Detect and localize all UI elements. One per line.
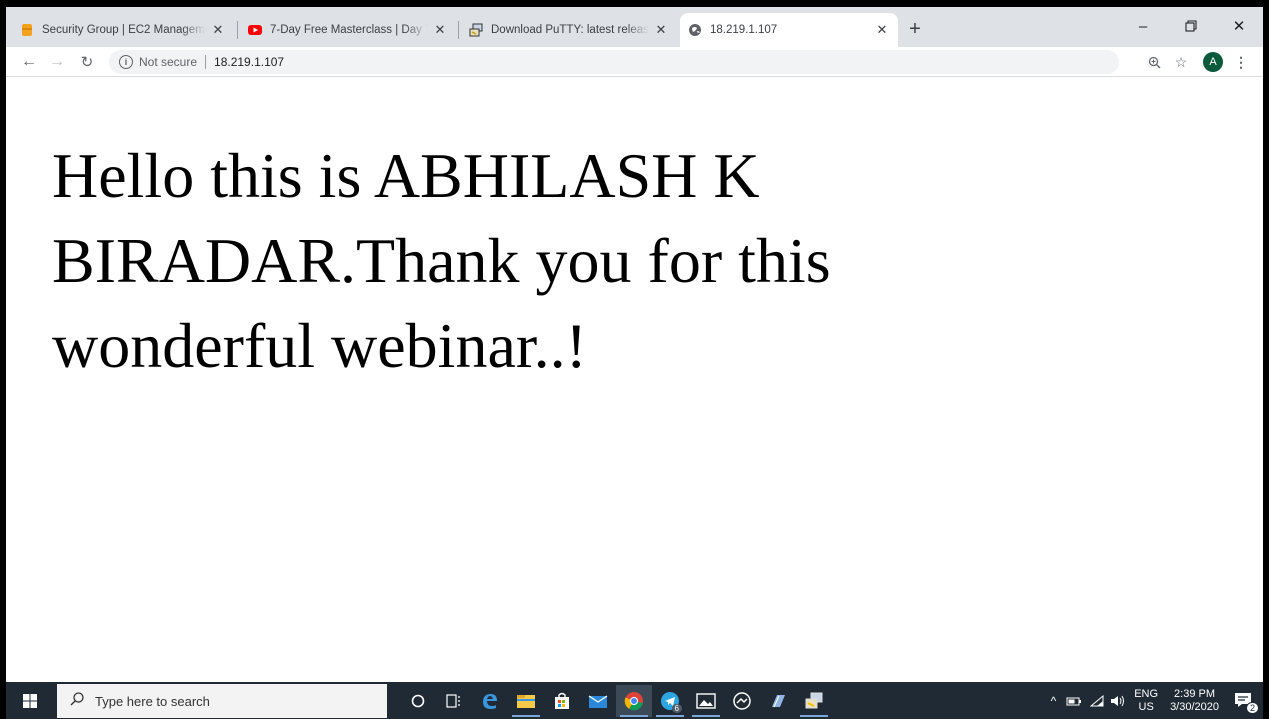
restore-icon	[1185, 20, 1197, 32]
battery-icon[interactable]	[1066, 695, 1082, 707]
notepad-button[interactable]	[760, 685, 796, 717]
tab-separator	[458, 21, 459, 39]
browser-toolbar: ← → ↻ i Not secure 18.219.1.107 ☆ A ⋮	[6, 47, 1263, 77]
reload-icon: ↻	[80, 54, 94, 71]
file-explorer-button[interactable]	[508, 685, 544, 717]
tab-active-ip[interactable]: 18.219.1.107 ✕	[680, 13, 898, 47]
more-vertical-icon: ⋮	[1234, 53, 1248, 70]
close-tab-icon[interactable]: ✕	[874, 22, 890, 38]
tab-title: Security Group | EC2 Manageme	[42, 24, 206, 36]
tab-title: 18.219.1.107	[710, 24, 778, 36]
windows-logo-icon	[23, 693, 37, 708]
notepad-icon	[772, 695, 785, 708]
windows-taskbar: Type here to search 6 ^ ENG US 2:39 PM 3…	[6, 682, 1263, 719]
tab-security-group[interactable]: Security Group | EC2 Manageme ✕	[12, 13, 234, 47]
minimize-button[interactable]: –	[1123, 13, 1163, 39]
telegram-badge: 6	[671, 704, 682, 713]
back-button[interactable]: ←	[18, 51, 40, 73]
star-icon: ☆	[1174, 53, 1188, 70]
close-tab-icon[interactable]: ✕	[210, 22, 226, 38]
forward-button[interactable]: →	[46, 51, 68, 73]
tab-putty[interactable]: Download PuTTY: latest release ( ✕	[461, 13, 677, 47]
tab-separator	[237, 21, 238, 39]
browser-window: Security Group | EC2 Manageme ✕ 7-Day Fr…	[6, 7, 1263, 719]
bookmark-button[interactable]: ☆	[1170, 51, 1192, 73]
clock-date: 3/30/2020	[1170, 700, 1219, 713]
security-label: Not secure	[139, 55, 198, 69]
search-placeholder: Type here to search	[95, 693, 210, 709]
putty-icon	[805, 692, 823, 709]
address-bar[interactable]: i Not secure 18.219.1.107	[109, 50, 1119, 74]
page-message: Hello this is ABHILASH K BIRADAR.Thank y…	[52, 140, 831, 381]
notification-badge: 2	[1245, 701, 1259, 714]
url-text: 18.219.1.107	[214, 55, 285, 69]
close-tab-icon[interactable]: ✕	[432, 22, 448, 38]
globe-icon	[688, 23, 702, 37]
photos-button[interactable]	[688, 685, 724, 717]
edge-icon	[483, 694, 497, 709]
tab-strip: Security Group | EC2 Manageme ✕ 7-Day Fr…	[6, 7, 1263, 47]
notification-center-button[interactable]: 2	[1233, 690, 1259, 714]
file-explorer-icon	[517, 695, 535, 708]
cortana-button[interactable]	[400, 685, 436, 717]
address-separator	[205, 55, 207, 69]
clock[interactable]: 2:39 PM 3/30/2020	[1170, 688, 1219, 714]
paint-3d-button[interactable]	[724, 685, 760, 717]
info-icon[interactable]: i	[119, 55, 133, 69]
language-line1: ENG	[1134, 687, 1159, 700]
youtube-icon	[248, 23, 262, 37]
restore-button[interactable]	[1171, 13, 1211, 39]
new-tab-button[interactable]: +	[903, 17, 927, 41]
paint-3d-icon	[733, 692, 751, 710]
close-window-button[interactable]: ✕	[1219, 13, 1259, 39]
close-tab-icon[interactable]: ✕	[653, 22, 669, 38]
zoom-icon	[1148, 56, 1160, 68]
search-icon	[69, 691, 85, 712]
chrome-button[interactable]	[616, 685, 652, 717]
mail-button[interactable]	[580, 685, 616, 717]
wifi-icon[interactable]	[1090, 694, 1104, 707]
edge-button[interactable]	[472, 685, 508, 717]
aws-icon	[20, 23, 34, 37]
telegram-button[interactable]: 6	[652, 685, 688, 717]
task-view-button[interactable]	[436, 685, 472, 717]
arrow-left-icon: ←	[21, 53, 37, 70]
clock-time: 2:39 PM	[1174, 687, 1216, 700]
chrome-icon	[624, 692, 643, 711]
zoom-button[interactable]	[1143, 51, 1165, 73]
putty-icon	[469, 23, 483, 37]
reload-button[interactable]: ↻	[76, 51, 98, 73]
taskbar-search[interactable]: Type here to search	[57, 684, 387, 718]
store-icon	[555, 692, 569, 709]
photos-icon	[696, 693, 716, 709]
system-tray: ^ ENG US 2:39 PM 3/30/2020 2	[1051, 682, 1263, 719]
language-indicator[interactable]: ENG US	[1134, 688, 1158, 714]
start-button[interactable]	[6, 682, 54, 719]
menu-button[interactable]: ⋮	[1230, 51, 1252, 73]
tab-title: 7-Day Free Masterclass | Day 7 -	[270, 24, 428, 36]
page-content: Hello this is ABHILASH K BIRADAR.Thank y…	[6, 77, 1263, 682]
profile-avatar[interactable]: A	[1203, 52, 1223, 72]
arrow-right-icon: →	[49, 53, 65, 70]
tab-masterclass[interactable]: 7-Day Free Masterclass | Day 7 - ✕	[240, 13, 456, 47]
cortana-icon	[411, 694, 425, 708]
tab-title: Download PuTTY: latest release (	[491, 24, 649, 36]
volume-icon[interactable]	[1110, 695, 1126, 707]
mail-icon	[588, 695, 608, 708]
store-button[interactable]	[544, 685, 580, 717]
chevron-up-icon[interactable]: ^	[1051, 694, 1057, 708]
task-view-icon	[446, 694, 460, 708]
language-line2: US	[1138, 700, 1154, 713]
putty-taskbar-button[interactable]	[796, 685, 832, 717]
